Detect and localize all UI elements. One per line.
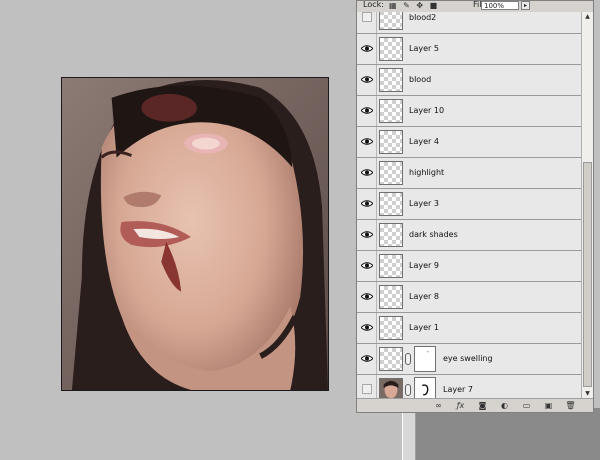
layer-row[interactable]: Layer 4 [357,127,581,158]
layer-name: dark shades [409,230,458,239]
lock-position-icon[interactable]: ✥ [416,1,425,10]
layer-thumbnail [379,12,403,30]
mask-link-icon[interactable] [405,353,411,365]
layer-thumbnail [379,161,403,185]
eye-icon[interactable] [361,323,373,332]
visibility-toggle[interactable] [357,127,377,157]
layer-list-scrollbar[interactable]: ▲ ▼ [581,12,593,398]
fill-input[interactable]: 100% [481,1,519,10]
visibility-toggle[interactable] [357,96,377,126]
lock-all-icon[interactable]: ■ [430,1,440,10]
visibility-toggle[interactable] [357,189,377,219]
scroll-up-icon[interactable]: ▲ [583,12,592,21]
edited-portrait-image [62,78,328,390]
layer-row[interactable]: Layer 7 [357,375,581,398]
layer-row[interactable]: highlight [357,158,581,189]
adjustment-layer-icon[interactable]: ◐ [499,401,510,410]
hidden-eye-box[interactable] [362,384,372,394]
layer-thumbnail [379,192,403,216]
layer-mask-thumbnail[interactable] [414,377,436,398]
layer-name: Layer 9 [409,261,439,270]
document-canvas-area [0,0,356,460]
fill-dropdown-arrow-icon[interactable]: ▸ [521,1,530,10]
layer-row[interactable]: eye swelling [357,344,581,375]
layer-thumbnail [379,130,403,154]
layer-name: Layer 3 [409,199,439,208]
layer-row[interactable]: Layer 8 [357,282,581,313]
visibility-toggle[interactable] [357,313,377,343]
layer-row[interactable]: blood2 [357,12,581,34]
layer-row[interactable]: Layer 9 [357,251,581,282]
visibility-toggle[interactable] [357,34,377,64]
add-mask-icon[interactable]: ◙ [477,401,488,410]
eye-icon[interactable] [361,75,373,84]
hidden-eye-box[interactable] [362,12,372,22]
layer-thumbnail [379,378,403,398]
layer-list: blood2 Layer 5 blood Layer 10 Layer 4 highlig… [357,12,581,398]
layer-thumbnail [379,99,403,123]
visibility-toggle[interactable] [357,344,377,374]
layer-row[interactable]: Layer 3 [357,189,581,220]
eye-icon[interactable] [361,199,373,208]
layer-name: blood2 [409,13,437,22]
eye-icon[interactable] [361,168,373,177]
mask-link-icon[interactable] [405,384,411,396]
layers-panel: Lock: ▦ ✎ ✥ ■ Fill: 100% ▸ blood2 Layer 5… [356,0,594,413]
lock-bar: Lock: ▦ ✎ ✥ ■ Fill: 100% ▸ [357,1,593,12]
eye-icon[interactable] [361,44,373,53]
layer-thumbnail [379,68,403,92]
workspace-background [416,408,600,460]
new-group-icon[interactable]: ▭ [521,401,532,410]
panel-gutter [402,408,416,460]
visibility-toggle[interactable] [357,158,377,188]
eye-icon[interactable] [361,354,373,363]
delete-layer-icon[interactable]: 🗑 [565,401,576,410]
eye-icon[interactable] [361,230,373,239]
layer-name: Layer 7 [443,385,473,394]
layer-name: highlight [409,168,445,177]
layer-thumbnail [379,285,403,309]
layer-row[interactable]: Layer 10 [357,96,581,127]
eye-icon[interactable] [361,261,373,270]
layer-name: Layer 1 [409,323,439,332]
eye-icon[interactable] [361,106,373,115]
layer-thumbnail [379,37,403,61]
new-layer-icon[interactable]: ▣ [543,401,554,410]
layer-name: Layer 4 [409,137,439,146]
layer-thumbnail [379,223,403,247]
layer-thumbnail [379,254,403,278]
lock-label: Lock: [363,1,384,9]
layer-name: Layer 10 [409,106,445,115]
scroll-thumb[interactable] [583,162,592,387]
visibility-toggle[interactable] [357,65,377,95]
link-layers-icon[interactable]: ∞ [433,401,444,410]
document-image[interactable] [61,77,329,391]
layer-name: Layer 5 [409,44,439,53]
layer-row[interactable]: blood [357,65,581,96]
visibility-toggle[interactable] [357,251,377,281]
eye-icon[interactable] [361,137,373,146]
scroll-down-icon[interactable]: ▼ [583,389,592,398]
layer-row[interactable]: Layer 1 [357,313,581,344]
visibility-toggle[interactable] [357,12,377,33]
lock-pixels-icon[interactable]: ✎ [403,1,412,10]
lock-transparency-icon[interactable]: ▦ [389,1,399,10]
eye-icon[interactable] [361,292,373,301]
visibility-toggle[interactable] [357,220,377,250]
layer-row[interactable]: Layer 5 [357,34,581,65]
layers-toolbar: ∞ ƒx ◙ ◐ ▭ ▣ 🗑 [357,398,593,412]
layer-row[interactable]: dark shades [357,220,581,251]
layer-name: eye swelling [443,354,493,363]
layer-thumbnail [379,316,403,340]
layer-style-icon[interactable]: ƒx [455,401,466,410]
layer-mask-thumbnail[interactable] [414,346,436,372]
visibility-toggle[interactable] [357,282,377,312]
lock-options[interactable]: ▦ ✎ ✥ ■ [389,1,439,10]
layer-thumbnail [379,347,403,371]
visibility-toggle[interactable] [357,375,377,398]
layer-name: Layer 8 [409,292,439,301]
layer-name: blood [409,75,432,84]
